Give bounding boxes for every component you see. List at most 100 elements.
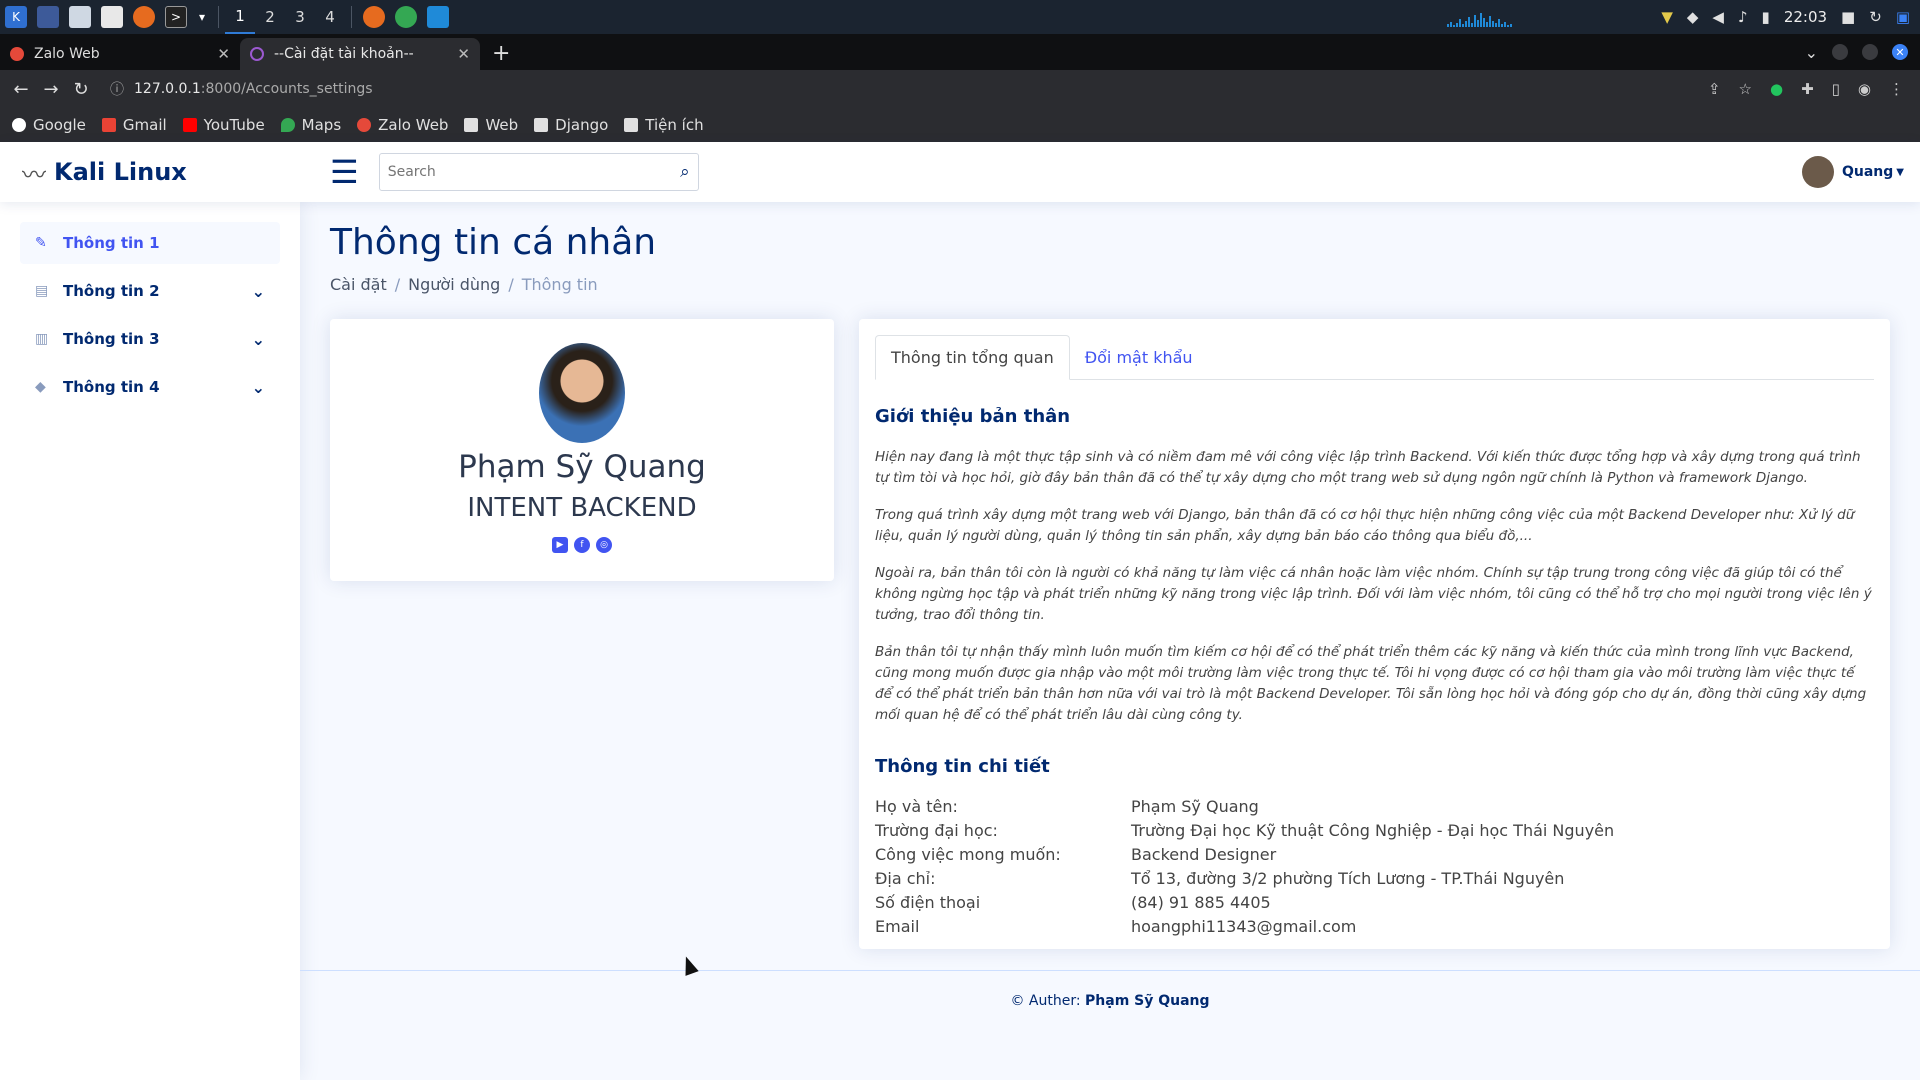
- profile-icon[interactable]: ◉: [1858, 80, 1871, 98]
- user-dropdown[interactable]: Quang ▼: [1801, 156, 1904, 188]
- file-manager-icon[interactable]: [69, 6, 91, 28]
- maximize-button[interactable]: [1862, 44, 1878, 60]
- maps-icon: [280, 118, 295, 132]
- reload-icon[interactable]: ↻: [66, 79, 96, 100]
- firefox-icon[interactable]: [133, 6, 155, 28]
- workspace-2[interactable]: 2: [255, 0, 285, 34]
- document-icon: ▤: [35, 283, 49, 299]
- sidebar-item-thong-tin-2[interactable]: ▤ Thông tin 2 ⌄: [20, 270, 280, 312]
- youtube-icon: [182, 118, 197, 132]
- bookmark-maps[interactable]: Maps: [280, 116, 341, 134]
- browser-tab-zalo[interactable]: Zalo Web ✕: [0, 38, 240, 70]
- bookmark-web[interactable]: Web: [464, 116, 518, 134]
- tab-title: Zalo Web: [34, 46, 100, 62]
- minimize-button[interactable]: [1832, 44, 1848, 60]
- sidebar-item-thong-tin-3[interactable]: ▥ Thông tin 3 ⌄: [20, 318, 280, 360]
- bookmark-zalo[interactable]: Zalo Web: [357, 116, 448, 134]
- bookmark-tien-ich[interactable]: Tiện ích: [624, 116, 704, 134]
- detail-value: Tổ 13, đường 3/2 phường Tích Lương - TP.…: [1131, 869, 1565, 888]
- bookmark-google[interactable]: Google: [12, 116, 86, 134]
- search-icon[interactable]: ⌕: [680, 162, 690, 182]
- close-icon[interactable]: ✕: [457, 45, 470, 63]
- detail-value: Trường Đại học Kỹ thuật Công Nghiệp - Đạ…: [1131, 821, 1615, 840]
- bookmark-gmail[interactable]: Gmail: [101, 116, 167, 134]
- chevron-down-icon[interactable]: ▾: [197, 6, 207, 28]
- workspace-3[interactable]: 3: [285, 0, 315, 34]
- bell-icon[interactable]: ♪: [1738, 8, 1748, 26]
- profile-avatar: [539, 343, 625, 443]
- new-tab-button[interactable]: +: [492, 41, 510, 66]
- sidepanel-icon[interactable]: ▯: [1832, 80, 1840, 98]
- menu-dots-icon[interactable]: ⋮: [1889, 80, 1904, 98]
- chrome-window-icon[interactable]: [395, 6, 417, 28]
- extension-green-icon[interactable]: ●: [1770, 80, 1783, 98]
- detail-label: Số điện thoại: [875, 893, 981, 912]
- bookmark-youtube[interactable]: YouTube: [182, 116, 265, 134]
- share-icon[interactable]: ⇪: [1708, 80, 1721, 98]
- sidebar: ✎ Thông tin 1 ▤ Thông tin 2 ⌄ ▥ Thông ti…: [0, 202, 300, 1080]
- back-icon[interactable]: ←: [6, 79, 36, 100]
- sidebar-item-thong-tin-4[interactable]: ◆ Thông tin 4 ⌄: [20, 366, 280, 408]
- clock[interactable]: 22:03: [1784, 8, 1827, 26]
- chevron-down-icon: ⌄: [251, 329, 265, 349]
- hamburger-menu-icon[interactable]: ☰: [330, 156, 359, 188]
- desktop-icon[interactable]: [37, 6, 59, 28]
- terminal-icon[interactable]: >: [165, 6, 187, 28]
- sidebar-item-thong-tin-1[interactable]: ✎ Thông tin 1: [20, 222, 280, 264]
- detail-value: hoangphi11343@gmail.com: [1131, 917, 1357, 936]
- tab-change-password[interactable]: Đổi mật khẩu: [1070, 335, 1208, 379]
- breadcrumb-item[interactable]: Người dùng: [408, 275, 500, 294]
- lock-icon[interactable]: ■: [1841, 8, 1855, 26]
- feather-icon: ✎: [35, 235, 47, 251]
- about-paragraph: Hiện nay đang là một thực tập sinh và có…: [875, 449, 1861, 486]
- site-footer: © Auther: Phạm Sỹ Quang: [300, 970, 1920, 1080]
- search-input[interactable]: [387, 164, 681, 180]
- refresh-icon[interactable]: ↻: [1869, 8, 1882, 26]
- puzzle-icon[interactable]: ✚: [1801, 80, 1814, 98]
- url-field[interactable]: ⓘ 127.0.0.1 :8000/Accounts_settings: [110, 79, 373, 99]
- sidebar-item-label: Thông tin 3: [63, 330, 160, 348]
- browser-tabstrip: Zalo Web ✕ --Cài đặt tài khoản-- ✕ + ⌄ ✕: [0, 34, 1920, 70]
- github-icon[interactable]: ◎: [596, 537, 612, 553]
- site-header: 〰 Kali Linux ☰ ⌕ Quang ▼: [0, 142, 1920, 202]
- details-list: Họ và tên: Phạm Sỹ Quang Trường đại học:…: [875, 797, 1874, 937]
- sync-icon[interactable]: ▼: [1661, 8, 1673, 26]
- close-window-button[interactable]: ✕: [1892, 44, 1908, 60]
- social-links: ▶ f ◎: [330, 537, 834, 553]
- breadcrumb-item[interactable]: Cài đặt: [330, 275, 387, 294]
- close-icon[interactable]: ✕: [217, 45, 230, 63]
- sidebar-item-label: Thông tin 2: [63, 282, 160, 300]
- footer-prefix: © Auther:: [1010, 993, 1081, 1009]
- tab-overview[interactable]: Thông tin tổng quan: [875, 335, 1070, 380]
- bookmark-django[interactable]: Django: [534, 116, 608, 134]
- kali-menu-icon[interactable]: K: [5, 6, 27, 28]
- browser-tab-account-settings[interactable]: --Cài đặt tài khoản-- ✕: [240, 38, 480, 70]
- loading-favicon-icon: [250, 47, 264, 61]
- power-icon[interactable]: ▣: [1896, 8, 1910, 26]
- workspace-4[interactable]: 4: [315, 0, 345, 34]
- wifi-icon[interactable]: ◆: [1687, 8, 1699, 26]
- site-logo[interactable]: 〰 Kali Linux: [22, 155, 302, 190]
- volume-icon[interactable]: ◀: [1712, 8, 1724, 26]
- firefox-window-icon[interactable]: [363, 6, 385, 28]
- facebook-icon[interactable]: f: [574, 537, 590, 553]
- sidebar-item-label: Thông tin 1: [63, 234, 160, 252]
- tab-search-chevron-icon[interactable]: ⌄: [1805, 43, 1818, 62]
- profile-role: INTENT BACKEND: [467, 493, 697, 523]
- star-icon[interactable]: ☆: [1739, 80, 1752, 98]
- battery-icon[interactable]: ▮: [1762, 8, 1770, 26]
- vscode-window-icon[interactable]: [427, 6, 449, 28]
- url-path: :8000/Accounts_settings: [200, 81, 373, 97]
- breadcrumb-separator: /: [394, 275, 401, 294]
- tab-title: --Cài đặt tài khoản--: [274, 46, 414, 62]
- breadcrumb-current: Thông tin: [521, 275, 598, 294]
- text-editor-icon[interactable]: [101, 6, 123, 28]
- site-info-icon[interactable]: ⓘ: [110, 79, 124, 99]
- bookmark-label: Tiện ích: [645, 116, 704, 134]
- youtube-icon[interactable]: ▶: [552, 537, 568, 553]
- detail-value: Backend Designer: [1131, 845, 1277, 864]
- bookmark-label: Web: [485, 116, 519, 134]
- forward-icon[interactable]: →: [36, 79, 66, 100]
- workspace-1[interactable]: 1: [225, 0, 255, 34]
- taskbar-separator: [218, 6, 219, 28]
